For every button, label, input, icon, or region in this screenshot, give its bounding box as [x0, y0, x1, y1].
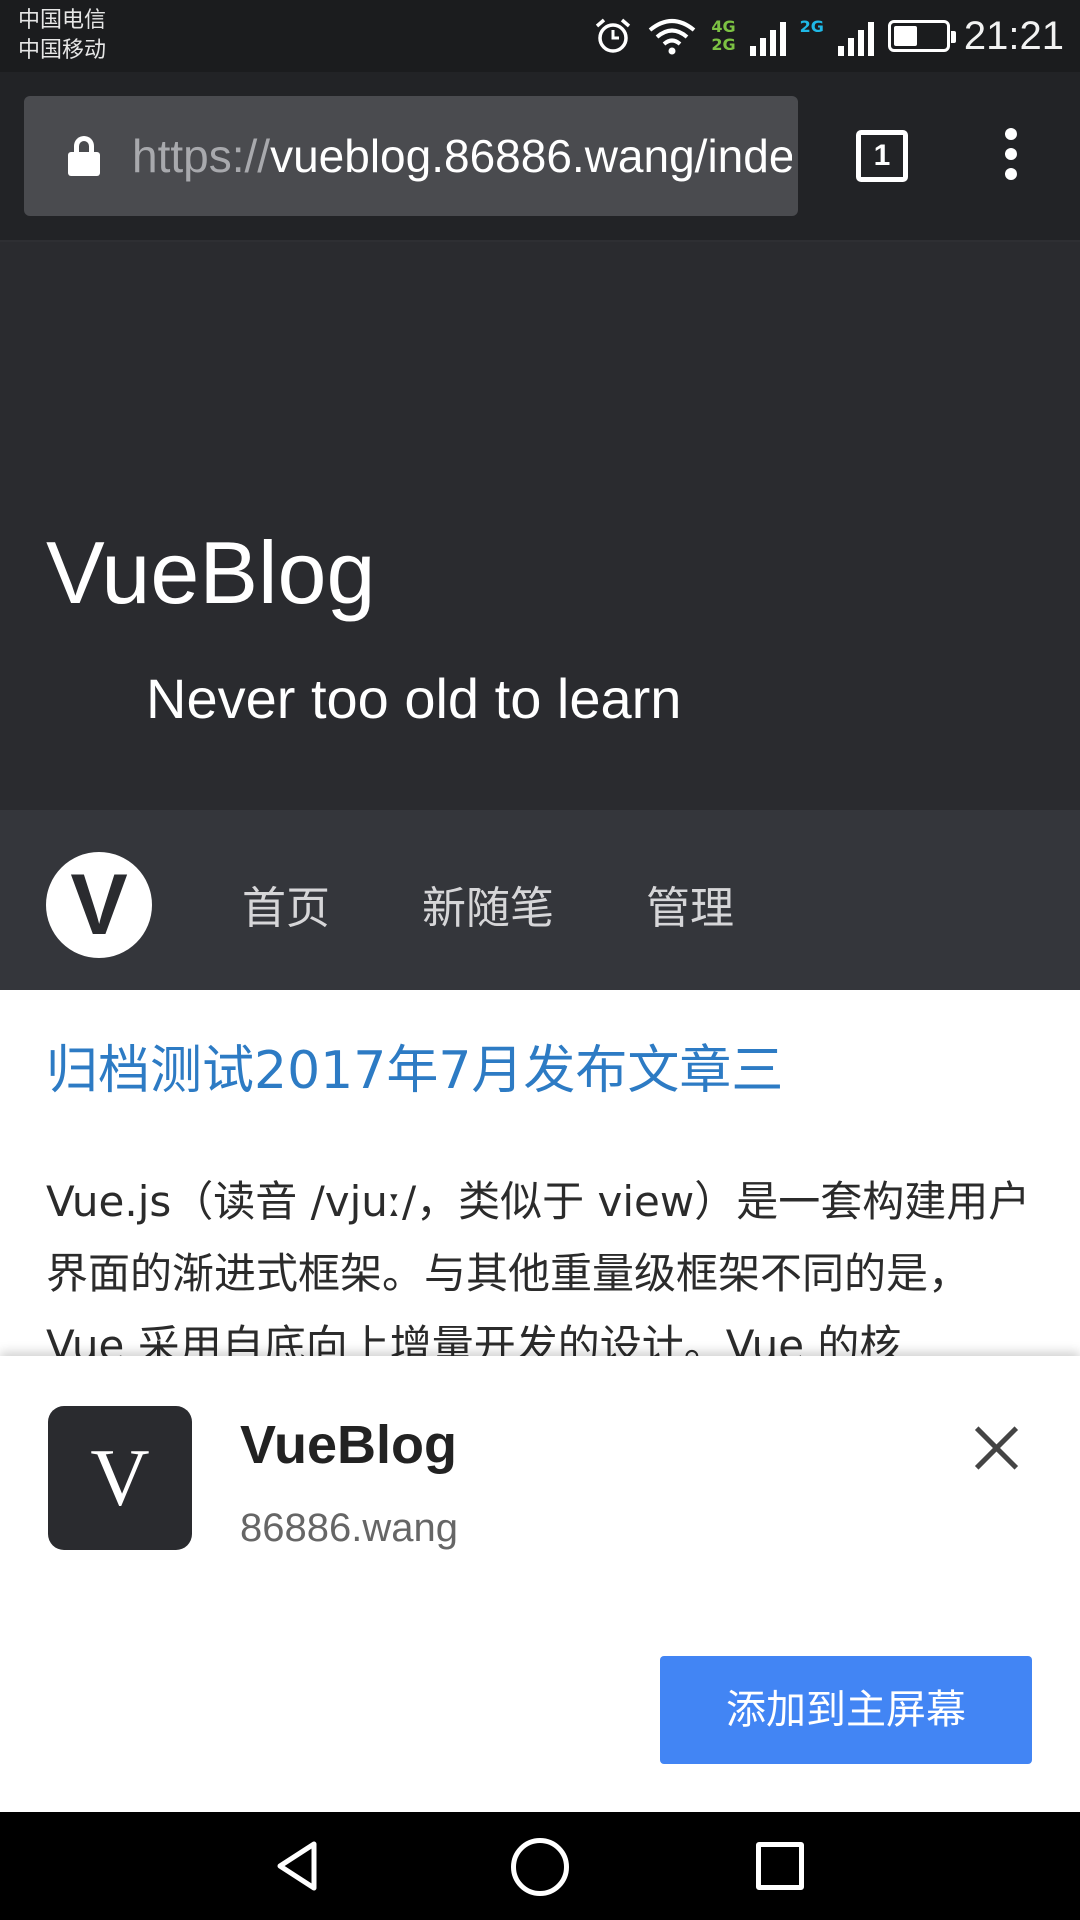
post-excerpt: Vue.js（读音 /vjuː/，类似于 view）是一套构建用户界面的渐进式框… — [46, 1177, 1031, 1360]
carrier-info: 中国电信 中国移动 — [18, 6, 106, 66]
site-title[interactable]: VueBlog — [46, 522, 375, 624]
url-host: vueblog.86886.wang/index — [270, 130, 792, 182]
blog-header: VueBlog Never too old to learn — [0, 242, 1080, 810]
carrier-1: 中国电信 — [18, 8, 107, 33]
browser-toolbar: https://vueblog.86886.wang/index 1 — [0, 72, 1080, 242]
network-type-sim2: 2G — [800, 18, 824, 54]
status-bar: 中国电信 中国移动 4G 2G 2G 21:21 — [0, 0, 1080, 72]
close-icon[interactable] — [966, 1418, 1026, 1478]
clock: 21:21 — [963, 13, 1064, 58]
more-menu-icon[interactable] — [998, 128, 1024, 188]
back-icon[interactable] — [270, 1838, 326, 1894]
app-name: VueBlog — [240, 1415, 458, 1475]
app-icon: V — [48, 1406, 192, 1550]
nav-item-new-post[interactable]: 新随笔 — [422, 872, 554, 936]
net-2g-label: 2G — [711, 35, 736, 54]
site-logo[interactable]: V — [46, 852, 152, 958]
nav-item-admin[interactable]: 管理 — [646, 872, 734, 936]
battery-level — [893, 26, 917, 46]
system-navigation-bar — [0, 1812, 1080, 1920]
address-bar[interactable]: https://vueblog.86886.wang/index — [24, 96, 798, 216]
signal-icon-sim2 — [837, 16, 874, 56]
net-4g-label: 4G — [711, 17, 736, 36]
site-tagline: Never too old to learn — [146, 667, 682, 730]
post-title-link[interactable]: 归档测试2017年7月发布文章三 — [46, 1028, 783, 1103]
wifi-icon — [649, 19, 696, 55]
tab-switcher-button[interactable]: 1 — [856, 130, 908, 182]
app-domain: 86886.wang — [240, 1506, 458, 1550]
add-to-home-screen-sheet: V VueBlog 86886.wang 添加到主屏幕 — [0, 1356, 1080, 1812]
nav-item-home[interactable]: 首页 — [242, 872, 330, 936]
signal-icon-sim1 — [749, 16, 786, 56]
net-2g-label-b: 2G — [799, 17, 824, 36]
url-scheme: https:// — [132, 130, 271, 182]
battery-icon — [887, 20, 956, 52]
home-icon[interactable] — [511, 1838, 569, 1896]
recent-apps-icon[interactable] — [756, 1842, 804, 1890]
alarm-icon — [596, 18, 631, 53]
post-list: 归档测试2017年7月发布文章三 Vue.js（读音 /vjuː/，类似于 vi… — [0, 990, 1080, 1360]
carrier-2: 中国移动 — [18, 38, 107, 63]
url-text[interactable]: https://vueblog.86886.wang/index — [132, 126, 792, 186]
add-to-home-screen-button[interactable]: 添加到主屏幕 — [660, 1656, 1032, 1764]
lock-icon[interactable] — [68, 136, 100, 176]
status-icons: 4G 2G 2G 21:21 — [593, 10, 1064, 62]
main-nav: V 首页 新随笔 管理 — [0, 810, 1080, 990]
network-type-sim1: 4G 2G — [711, 18, 735, 54]
